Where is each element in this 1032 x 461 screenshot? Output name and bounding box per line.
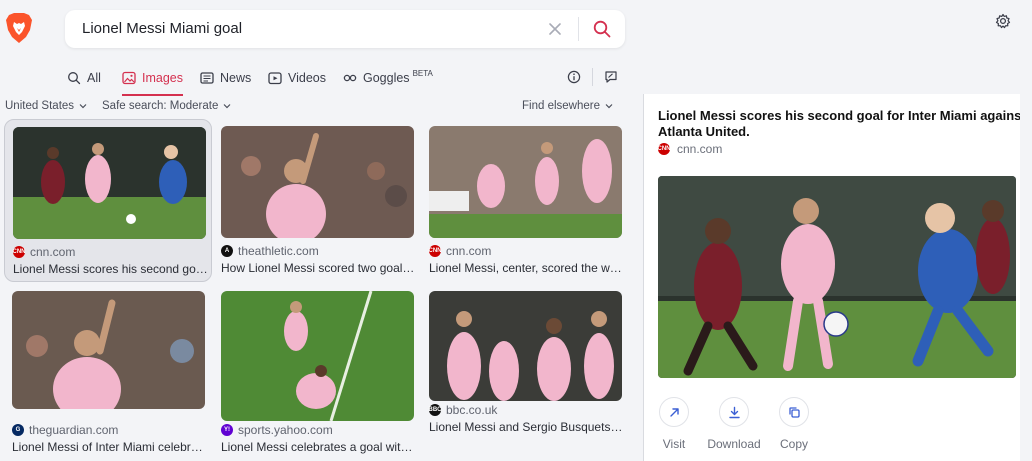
tab-label: Goggles xyxy=(363,71,410,85)
top-bar: Lionel Messi Miami goal xyxy=(0,0,1032,62)
result-source-label: sports.yahoo.com xyxy=(238,423,333,437)
result-thumbnail[interactable] xyxy=(221,291,414,421)
result-thumbnail[interactable] xyxy=(221,126,414,238)
copy-button[interactable]: Copy xyxy=(764,397,824,457)
cnn-logo-icon: CNN xyxy=(429,245,442,257)
country-filter[interactable]: United States xyxy=(5,100,88,112)
result-source-label: cnn.com xyxy=(446,244,492,258)
bbc-logo-icon: BBC xyxy=(429,404,442,416)
download-button[interactable]: Download xyxy=(704,397,764,457)
preview-source-label: cnn.com xyxy=(677,142,723,156)
result-source: BBC bbc.co.uk xyxy=(429,403,498,417)
news-icon xyxy=(200,72,214,84)
preview-title: Lionel Messi scores his second goal for … xyxy=(658,108,1026,139)
guardian-logo-icon: G xyxy=(12,424,24,436)
image-icon xyxy=(122,71,136,85)
yahoo-logo-icon: Y! xyxy=(221,424,233,436)
beta-badge: BETA xyxy=(412,68,433,78)
close-icon[interactable] xyxy=(547,21,563,37)
result-source-label: theguardian.com xyxy=(29,423,119,437)
image-result-card[interactable]: A theathletic.com How Lionel Messi score… xyxy=(213,119,421,282)
result-source: G theguardian.com xyxy=(12,423,118,437)
result-source-label: cnn.com xyxy=(30,245,76,259)
search-input[interactable]: Lionel Messi Miami goal xyxy=(82,20,242,37)
chevron-down-icon xyxy=(605,104,613,109)
image-results-grid: CNN cnn.com Lionel Messi scores his seco… xyxy=(0,118,643,461)
safe-search-label: Safe search: Moderate xyxy=(102,100,219,112)
goggles-icon xyxy=(343,74,357,82)
cnn-logo-icon: CNN xyxy=(658,143,671,155)
result-source-label: bbc.co.uk xyxy=(446,403,498,417)
result-source-label: theathletic.com xyxy=(238,244,319,258)
search-type-tabs: All Images News Videos Goggles BETA xyxy=(0,62,640,96)
result-caption: Lionel Messi of Inter Miami celebrates a… xyxy=(12,440,207,454)
image-result-card[interactable]: CNN cnn.com Lionel Messi, center, scored… xyxy=(421,119,629,282)
result-caption: How Lionel Messi scored two goals in Int… xyxy=(221,261,416,275)
result-source: Y! sports.yahoo.com xyxy=(221,423,333,437)
tab-images[interactable]: Images xyxy=(122,62,183,96)
image-result-card[interactable]: G theguardian.com Lionel Messi of Inter … xyxy=(4,284,212,461)
tab-videos[interactable]: Videos xyxy=(268,62,326,94)
image-result-card[interactable]: Y! sports.yahoo.com Lionel Messi celebra… xyxy=(213,284,421,461)
result-thumbnail[interactable] xyxy=(429,126,622,238)
result-caption: Lionel Messi, center, scored the winning… xyxy=(429,261,624,275)
tab-label: All xyxy=(87,71,101,85)
search-separator xyxy=(578,17,579,41)
tab-label: Images xyxy=(142,71,183,85)
search-box[interactable]: Lionel Messi Miami goal xyxy=(65,10,625,48)
find-elsewhere-dropdown[interactable]: Find elsewhere xyxy=(522,100,614,112)
image-result-card[interactable]: CNN cnn.com Lionel Messi scores his seco… xyxy=(4,119,212,282)
copy-label: Copy xyxy=(779,437,808,451)
result-caption: Lionel Messi and Sergio Busquets celebra… xyxy=(429,420,624,434)
tab-separator xyxy=(592,68,593,86)
page-margin xyxy=(1020,94,1032,461)
result-source: CNN cnn.com xyxy=(13,245,76,259)
gear-icon[interactable] xyxy=(995,13,1011,29)
image-result-card[interactable]: BBC bbc.co.uk Lionel Messi and Sergio Bu… xyxy=(421,284,629,461)
brave-lion-icon[interactable] xyxy=(6,13,32,43)
copy-icon xyxy=(779,397,809,427)
result-thumbnail[interactable] xyxy=(13,127,206,239)
tab-all[interactable]: All xyxy=(67,62,101,94)
athletic-logo-icon: A xyxy=(221,245,233,257)
result-source: A theathletic.com xyxy=(221,244,319,258)
preview-image[interactable] xyxy=(658,176,1016,378)
safe-search-filter[interactable]: Safe search: Moderate xyxy=(102,100,232,112)
tab-goggles[interactable]: Goggles BETA xyxy=(343,62,433,94)
feedback-icon[interactable] xyxy=(604,70,618,84)
result-caption: Lionel Messi scores his second goal for … xyxy=(13,262,208,276)
tab-label: Videos xyxy=(288,71,326,85)
info-icon[interactable] xyxy=(567,70,581,84)
search-icon xyxy=(68,72,81,85)
find-elsewhere-label: Find elsewhere xyxy=(522,100,600,112)
external-link-icon xyxy=(659,397,689,427)
video-icon xyxy=(268,72,282,85)
result-source: CNN cnn.com xyxy=(429,244,492,258)
cnn-logo-icon: CNN xyxy=(13,246,26,258)
tab-label: News xyxy=(220,71,252,85)
filter-bar: United States Safe search: Moderate Find… xyxy=(0,98,640,118)
result-caption: Lionel Messi celebrates a goal with Inte… xyxy=(221,440,416,454)
image-preview-panel: Lionel Messi scores his second goal for … xyxy=(644,94,1032,461)
download-label: Download xyxy=(707,437,761,451)
result-thumbnail[interactable] xyxy=(429,291,622,401)
result-thumbnail[interactable] xyxy=(12,291,205,409)
chevron-down-icon xyxy=(223,104,231,109)
country-filter-label: United States xyxy=(5,100,75,112)
search-icon[interactable] xyxy=(592,19,612,39)
visit-button[interactable]: Visit xyxy=(644,397,704,457)
preview-source[interactable]: CNN cnn.com xyxy=(658,142,723,156)
chevron-down-icon xyxy=(79,104,87,109)
download-icon xyxy=(719,397,749,427)
tab-news[interactable]: News xyxy=(200,62,251,94)
visit-label: Visit xyxy=(662,437,686,451)
